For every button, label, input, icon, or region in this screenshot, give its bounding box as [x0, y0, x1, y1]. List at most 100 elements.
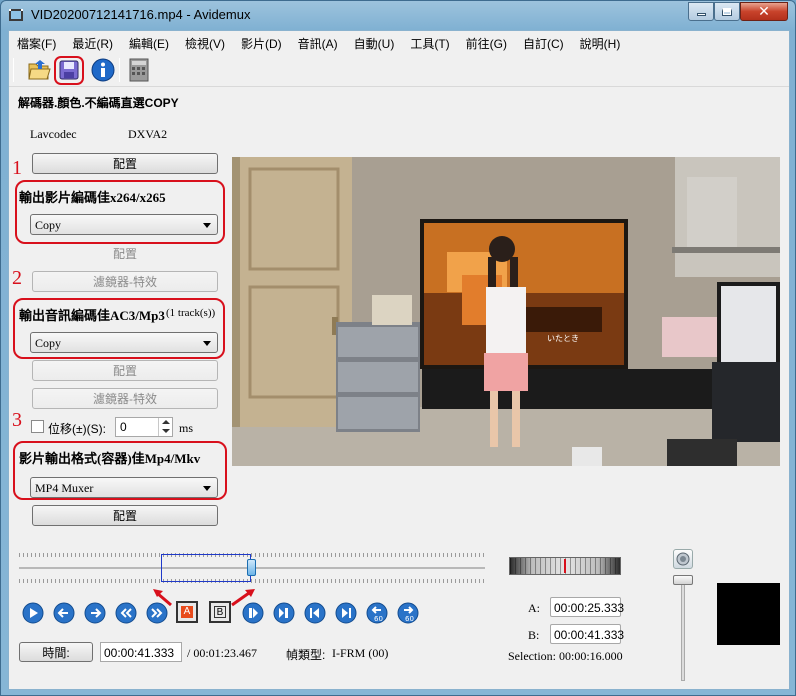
app-window: VID20200712141716.mp4 - Avidemux ✕ 檔案(F)…	[0, 0, 796, 696]
muxer-select[interactable]: MP4 Muxer	[30, 477, 218, 498]
marker-b-field[interactable]: 00:00:41.333	[550, 624, 625, 644]
current-time-field[interactable]: 00:00:41.333	[100, 642, 182, 662]
menu-item[interactable]: 影片(D)	[233, 31, 290, 53]
decoder-heading: 解碼器.顏色.不編碼直選COPY	[18, 96, 179, 110]
toolbar-separator	[13, 58, 14, 82]
open-folder-icon	[28, 60, 51, 80]
container-config-button[interactable]: 配置	[32, 505, 218, 526]
menu-item[interactable]: 工具(T)	[402, 31, 457, 53]
shift-spinner[interactable]	[158, 418, 172, 436]
step-number-2: 2	[12, 267, 22, 289]
menu-item[interactable]: 檔案(F)	[9, 31, 64, 53]
video-preview: いたとき	[232, 157, 780, 466]
menu-bar: 檔案(F) 最近(R) 編輯(E) 檢視(V) 影片(D) 音訊(A) 自動(U) 工具(T)…	[9, 31, 789, 53]
set-marker-b-button[interactable]: B	[209, 601, 231, 623]
menu-item[interactable]: 說明(H)	[572, 31, 629, 53]
total-duration: / 00:01:23.467	[187, 646, 258, 660]
marker-a-time: 00:00:25.333	[554, 601, 625, 615]
calculator-icon	[129, 58, 149, 82]
minimize-button[interactable]	[688, 2, 714, 21]
menu-item[interactable]: 最近(R)	[64, 31, 121, 53]
marker-a-icon: A	[181, 606, 193, 618]
video-encoder-select[interactable]: Copy	[30, 214, 218, 235]
goto-end-button[interactable]	[335, 602, 357, 624]
audio-tracks-count: (1 track(s))	[166, 307, 216, 319]
main-client-area: 檔案(F) 最近(R) 編輯(E) 檢視(V) 影片(D) 音訊(A) 自動(U) 工具(T)…	[8, 30, 790, 690]
speaker-icon	[676, 552, 690, 566]
forward-60-label: 60	[405, 615, 414, 623]
audio-output-heading: 輸出音訊編碼佳AC3/Mp3	[19, 308, 165, 323]
video-frame-image: いたとき	[232, 157, 780, 466]
maximize-button[interactable]	[714, 2, 740, 21]
skip-back-icon	[304, 602, 326, 624]
goto-marker-b-button[interactable]	[273, 602, 295, 624]
play-button[interactable]	[22, 602, 44, 624]
open-button[interactable]	[25, 56, 53, 84]
set-marker-a-button[interactable]: A	[176, 601, 198, 623]
rewind-60-button[interactable]: 60	[366, 602, 388, 624]
video-config-button[interactable]: 配置	[32, 243, 218, 264]
audio-encoder-select[interactable]: Copy	[30, 332, 218, 353]
menu-item[interactable]: 自動(U)	[346, 31, 403, 53]
volume-button[interactable]	[673, 549, 693, 569]
container-heading: 影片輸出格式(容器)佳Mp4/Mkv	[19, 451, 201, 466]
timeline-slider-handle[interactable]	[247, 559, 256, 576]
menu-item[interactable]: 音訊(A)	[290, 31, 346, 53]
close-button[interactable]: ✕	[740, 2, 788, 21]
previous-keyframe-button[interactable]	[115, 602, 137, 624]
volume-slider-track[interactable]	[681, 576, 685, 681]
video-output-heading: 輸出影片編碼佳x264/x265	[19, 190, 166, 205]
shift-checkbox[interactable]	[31, 420, 44, 433]
chevron-down-icon	[162, 429, 170, 433]
marker-a-label: A:	[528, 601, 540, 615]
chevron-down-icon	[203, 486, 211, 491]
chevron-down-icon	[203, 223, 211, 228]
decoder-codec-label: Lavcodec	[30, 127, 77, 141]
volume-slider-handle[interactable]	[673, 575, 693, 585]
marker-b-time: 00:00:41.333	[554, 628, 625, 642]
toolbar	[9, 53, 789, 87]
tv-subtitle-text: いたとき	[547, 334, 579, 343]
calculator-button[interactable]	[125, 56, 153, 84]
time-button[interactable]: 時間:	[19, 642, 93, 662]
play-icon	[22, 602, 44, 624]
title-bar[interactable]: VID20200712141716.mp4 - Avidemux ✕	[1, 1, 795, 29]
next-frame-button[interactable]	[84, 602, 106, 624]
info-icon	[91, 58, 115, 82]
next-keyframe-button[interactable]	[146, 602, 168, 624]
decoder-hw-label: DXVA2	[128, 127, 168, 141]
shift-spinbox[interactable]: 0	[115, 417, 173, 437]
video-filters-button[interactable]: 濾鏡器-特效	[32, 271, 218, 292]
shift-value: 0	[120, 420, 127, 434]
goto-start-button[interactable]	[304, 602, 326, 624]
audio-config-button[interactable]: 配置	[32, 360, 218, 381]
skip-forward-icon	[335, 602, 357, 624]
shift-label: 位移(±)(S):	[48, 422, 106, 436]
menu-item[interactable]: 編輯(E)	[121, 31, 177, 53]
jog-shuttle[interactable]	[509, 557, 621, 575]
menu-item[interactable]: 自訂(C)	[515, 31, 572, 53]
goto-b-icon	[273, 602, 295, 624]
step-number-1: 1	[12, 157, 22, 179]
arrow-left-icon	[53, 602, 75, 624]
mini-preview	[717, 583, 780, 645]
jog-indicator	[564, 559, 566, 573]
audio-filters-button[interactable]: 濾鏡器-特效	[32, 388, 218, 409]
frame-type-value: I-FRM (00)	[332, 646, 389, 660]
info-button[interactable]	[89, 56, 117, 84]
save-highlight-ring	[54, 56, 84, 85]
menu-item[interactable]: 檢視(V)	[177, 31, 233, 53]
menu-item[interactable]: 前往(G)	[458, 31, 515, 53]
goto-a-icon	[242, 602, 264, 624]
marker-a-field[interactable]: 00:00:25.333	[550, 597, 625, 617]
frame-type-label: 幀類型:	[286, 648, 326, 662]
previous-frame-button[interactable]	[53, 602, 75, 624]
rewind-60-label: 60	[374, 615, 383, 623]
app-icon	[9, 9, 23, 21]
forward-60-button[interactable]: 60	[397, 602, 419, 624]
marker-b-label: B:	[528, 628, 540, 642]
goto-marker-a-button[interactable]	[242, 602, 264, 624]
chevron-down-icon	[203, 341, 211, 346]
decoder-config-button[interactable]: 配置	[32, 153, 218, 174]
video-encoder-value: Copy	[35, 218, 62, 232]
